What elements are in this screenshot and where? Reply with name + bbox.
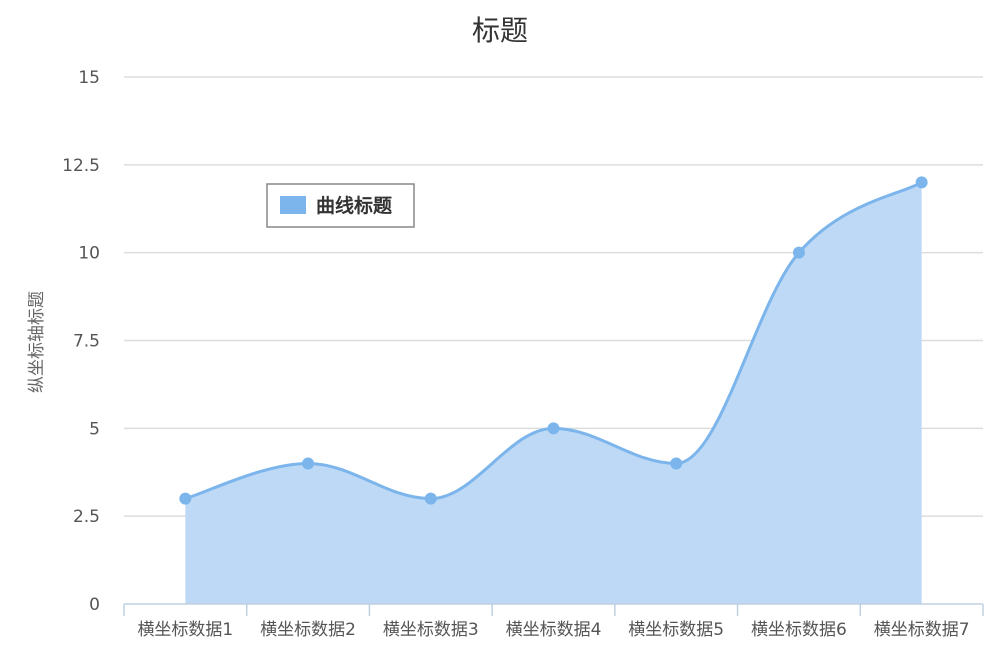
y-tick-label: 5 <box>89 419 100 439</box>
data-point[interactable] <box>670 457 683 470</box>
x-axis-ticks: 横坐标数据1 横坐标数据2 横坐标数据3 横坐标数据4 横坐标数据5 横坐标数据6 横坐标数… <box>137 620 969 640</box>
y-tick-label: 10 <box>78 244 100 264</box>
series-area <box>184 181 923 604</box>
x-tick-label: 横坐标数据7 <box>874 620 970 640</box>
data-point[interactable] <box>792 246 805 259</box>
area-chart: 标题 纵坐标轴标题 02.557.51012.515 横坐标数据1 横坐标数据2 横… <box>27 14 984 640</box>
y-tick-label: 15 <box>78 68 100 88</box>
y-tick-label: 7.5 <box>73 332 100 352</box>
y-tick-label: 12.5 <box>62 156 100 176</box>
data-point[interactable] <box>179 492 192 505</box>
legend-label: 曲线标题 <box>316 194 392 217</box>
x-tick-label: 横坐标数据4 <box>506 620 602 640</box>
data-point[interactable] <box>424 492 437 505</box>
x-axis <box>123 603 984 616</box>
x-tick-label: 横坐标数据3 <box>383 620 479 640</box>
y-axis-ticks: 0 2.5 5 7.5 10 12.5 15 <box>62 68 100 615</box>
legend[interactable]: 曲线标题 <box>266 183 415 228</box>
legend-swatch <box>280 196 306 214</box>
x-tick-label: 横坐标数据1 <box>137 620 233 640</box>
x-tick-label: 横坐标数据6 <box>751 620 847 640</box>
data-point[interactable] <box>302 457 315 470</box>
chart-title: 标题 <box>472 14 528 47</box>
y-tick-label: 0 <box>89 595 100 615</box>
x-tick-label: 横坐标数据5 <box>628 620 724 640</box>
series-area-fill <box>185 182 922 604</box>
data-point[interactable] <box>547 422 560 435</box>
y-axis-label: 纵坐标轴标题 <box>27 291 47 393</box>
data-point[interactable] <box>915 176 928 189</box>
x-tick-label: 横坐标数据2 <box>260 620 356 640</box>
y-tick-label: 2.5 <box>73 507 100 527</box>
